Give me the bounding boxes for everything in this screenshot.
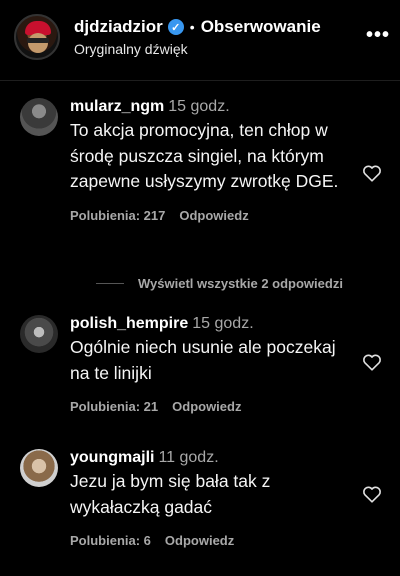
comment-text: Ogólnie niech usunie ale poczekaj na te …	[70, 337, 336, 383]
view-replies-button[interactable]: Wyświetl wszystkie 2 odpowiedzi	[96, 276, 343, 291]
comment-username[interactable]: youngmajli	[70, 449, 154, 466]
verified-badge-icon: ✓	[167, 19, 184, 35]
author-username[interactable]: djdziadzior	[74, 17, 163, 37]
commenter-avatar[interactable]	[20, 315, 58, 353]
comment-meta: Polubienia: 6 Odpowiedz	[70, 533, 350, 548]
avatar-glasses-shape	[27, 38, 49, 43]
header-divider	[0, 80, 400, 81]
separator-dot: •	[189, 19, 195, 35]
more-options-icon[interactable]: •••	[366, 24, 390, 47]
header-title-row: djdziadzior ✓ • Obserwowanie	[74, 16, 321, 38]
comment-text: Jezu ja bym się bała tak z wykałaczką ga…	[70, 471, 271, 517]
like-heart-icon[interactable]	[362, 353, 382, 371]
comment-username[interactable]: polish_hempire	[70, 315, 188, 332]
comment-reply-button[interactable]: Odpowiedz	[172, 399, 241, 414]
comment-reply-button[interactable]: Odpowiedz	[165, 533, 234, 548]
reel-header: djdziadzior ✓ • Obserwowanie Oryginalny …	[0, 0, 400, 78]
comment-reply-button[interactable]: Odpowiedz	[179, 208, 248, 223]
comment-time: 15 godz.	[192, 315, 254, 332]
comment-likes-count[interactable]: Polubienia: 217	[70, 208, 165, 223]
comment-time: 11 godz.	[158, 449, 219, 466]
replies-line	[96, 283, 124, 284]
comment-meta: Polubienia: 21 Odpowiedz	[70, 399, 350, 414]
comment-likes-count[interactable]: Polubienia: 6	[70, 533, 151, 548]
avatar-face-shape	[28, 33, 48, 53]
like-heart-icon[interactable]	[362, 164, 382, 182]
comment-likes-count[interactable]: Polubienia: 21	[70, 399, 158, 414]
following-button[interactable]: Obserwowanie	[201, 17, 321, 37]
comment-body: youngmajli 11 godz. Jezu ja bym się bała …	[70, 449, 350, 548]
original-audio-link[interactable]: Oryginalny dźwięk	[74, 41, 188, 57]
comment-text: To akcja promocyjna, ten chłop w środę p…	[70, 120, 339, 191]
author-avatar[interactable]	[14, 14, 60, 60]
comment-body: mularz_ngm 15 godz. To akcja promocyjna, …	[70, 98, 350, 223]
comment-time: 15 godz.	[168, 98, 230, 115]
comment-body: polish_hempire 15 godz. Ogólnie niech usu…	[70, 315, 350, 414]
commenter-avatar[interactable]	[20, 449, 58, 487]
view-replies-label[interactable]: Wyświetl wszystkie 2 odpowiedzi	[138, 276, 343, 291]
comment-username[interactable]: mularz_ngm	[70, 98, 164, 115]
commenter-avatar[interactable]	[20, 98, 58, 136]
comment-meta: Polubienia: 217 Odpowiedz	[70, 208, 350, 223]
like-heart-icon[interactable]	[362, 485, 382, 503]
